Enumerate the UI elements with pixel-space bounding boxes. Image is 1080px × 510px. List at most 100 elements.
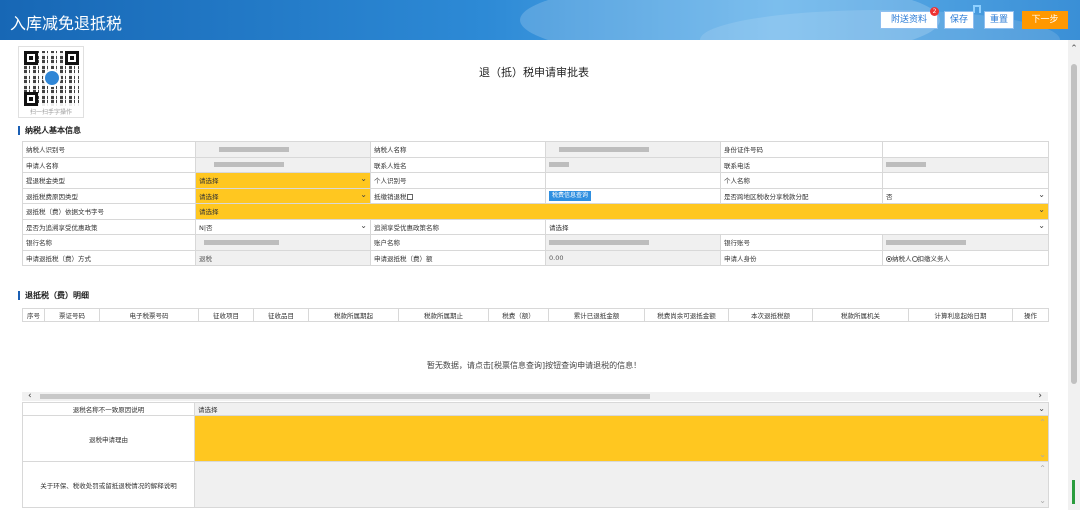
tax-info-query-button[interactable]: 税费信息查询	[549, 190, 592, 201]
scroll-left-icon[interactable]: ‹	[28, 391, 32, 401]
bank-account-field	[882, 234, 1049, 251]
refund-method-field: 退税	[195, 249, 371, 266]
field-label: 是否跨地区税收分享税款分配	[720, 187, 883, 204]
refund-reason-textarea[interactable]: ⌃ ⌄	[194, 415, 1049, 462]
personal-name-field[interactable]	[882, 172, 1049, 189]
explanation-textarea[interactable]: ⌃ ⌄	[194, 461, 1049, 508]
scroll-up-icon[interactable]: ⌃	[1039, 418, 1046, 427]
field-label: 是否为追溯享受优惠政策	[22, 218, 196, 235]
taxpayer-radio[interactable]	[886, 255, 892, 262]
scrollbar-thumb[interactable]	[1071, 64, 1077, 384]
column-header: 操作	[1012, 308, 1049, 322]
field-label: 银行账号	[720, 234, 883, 251]
field-label: 提退税金类型	[22, 172, 196, 189]
qr-finder-icon	[24, 92, 38, 106]
scroll-up-icon[interactable]: ⌃	[1068, 44, 1080, 54]
field-label: 纳税人识别号	[22, 141, 196, 158]
table-row: 纳税人识别号 纳税人名称 身份证件号码	[22, 141, 1049, 158]
field-label: 关于环保、税收处罚或留抵退税情况的解释说明	[22, 461, 195, 508]
column-header: 税费（额）	[488, 308, 549, 322]
refund-detail-table: 序号 票证号码 电子税票号码 征收项目 征收品目 税款所属期起 税款所属期止 税…	[22, 308, 1049, 322]
qr-code[interactable]: 扫一扫手字操作	[18, 46, 84, 118]
column-header: 累计已退抵金额	[548, 308, 645, 322]
attachment-count-badge: 2	[930, 7, 939, 16]
column-header: 票证号码	[44, 308, 100, 322]
basic-info-table: 纳税人识别号 纳税人名称 身份证件号码 申请人名称 联系人姓名 联系电话 提退税…	[22, 141, 1049, 266]
section-title-basic-info: 纳税人基本信息	[18, 126, 81, 135]
name-mismatch-reason-select[interactable]: 请选择	[194, 402, 1049, 416]
field-label: 申请退抵税（费）方式	[22, 249, 196, 266]
column-header: 计算利息起始日期	[908, 308, 1013, 322]
next-step-button[interactable]: 下一步	[1022, 11, 1068, 29]
field-label: 纳税人名称	[370, 141, 546, 158]
offset-refund-cell: 抵缴销退税	[370, 187, 546, 204]
field-label: 联系人姓名	[370, 156, 546, 173]
field-label: 银行名称	[22, 234, 196, 251]
field-label: 联系电话	[720, 156, 883, 173]
qr-finder-icon	[65, 51, 79, 65]
scroll-right-icon[interactable]: ›	[1038, 391, 1042, 401]
refund-document-select[interactable]: 请选择	[195, 203, 1049, 220]
id-number-field[interactable]	[882, 141, 1049, 158]
scroll-down-icon[interactable]: ⌄	[1039, 450, 1046, 459]
radio-label: 扣缴义务人	[917, 254, 951, 263]
column-header: 征收项目	[198, 308, 254, 322]
applicant-name-field	[195, 156, 371, 173]
table-header-row: 序号 票证号码 电子税票号码 征收项目 征收品目 税款所属期起 税款所属期止 税…	[22, 308, 1049, 322]
field-label: 退税名称不一致原因说明	[22, 402, 195, 416]
reset-button[interactable]: 重置	[984, 11, 1014, 29]
app-header: 入库减免退抵税 附送资料 2 保存 重置 下一步	[0, 0, 1080, 40]
explanation-table: 退税名称不一致原因说明 请选择 退税申请理由 ⌃⌄ 关于环保、税收处罚或留抵退税…	[22, 402, 1049, 508]
taxpayer-id-field	[195, 141, 371, 158]
app-title: 入库减免退抵税	[10, 14, 123, 33]
refund-amount-field[interactable]: 0.00	[545, 249, 721, 266]
policy-name-select[interactable]: 请选择	[545, 218, 1049, 235]
column-header: 税款所属机关	[812, 308, 909, 322]
scrollbar-thumb[interactable]	[40, 394, 650, 399]
save-button[interactable]: 保存	[944, 11, 974, 29]
column-header: 序号	[22, 308, 45, 322]
scroll-indicator	[1072, 480, 1075, 504]
scroll-up-icon[interactable]: ⌃	[1039, 464, 1046, 473]
send-attachments-button[interactable]: 附送资料	[880, 11, 938, 29]
qr-finder-icon	[24, 51, 38, 65]
qr-caption: 扫一扫手字操作	[29, 109, 72, 116]
vertical-scrollbar[interactable]: ⌃	[1068, 40, 1080, 510]
table-row: 申请人名称 联系人姓名 联系电话	[22, 156, 1049, 173]
account-name-field	[545, 234, 721, 251]
applicant-identity-radios: 纳税人 扣缴义务人	[882, 249, 1049, 266]
table-row: 退税名称不一致原因说明 请选择	[22, 402, 1049, 416]
table-row: 退税申请理由 ⌃ ⌄	[22, 415, 1049, 462]
offset-refund-checkbox[interactable]	[406, 193, 413, 200]
section-title-refund-detail: 退抵税（费）明细	[18, 291, 89, 300]
table-row: 提退税金类型 请选择 个人识别号 个人名称	[22, 172, 1049, 189]
cross-region-select[interactable]: 否	[882, 187, 1049, 204]
table-row: 退抵税费原因类型 请选择 抵缴销退税 税费信息查询 是否跨地区税收分享税款分配 …	[22, 187, 1049, 204]
field-label: 身份证件号码	[720, 141, 883, 158]
form-area: 扫一扫手字操作 退（抵）税申请审批表 纳税人基本信息 纳税人识别号 纳税人名称 …	[0, 40, 1068, 510]
personal-id-field[interactable]	[545, 172, 721, 189]
taxpayer-name-field	[545, 141, 721, 158]
contact-name-field[interactable]	[545, 156, 721, 173]
table-row: 申请退抵税（费）方式 退税 申请退抵税（费）额 0.00 申请人身份 纳税人 扣缴…	[22, 249, 1049, 266]
column-header: 税费尚余可退抵金额	[644, 308, 729, 322]
table-row: 银行名称 账户名称 银行账号	[22, 234, 1049, 251]
query-cell: 税费信息查询	[545, 187, 721, 204]
horizontal-scrollbar[interactable]: ‹ ›	[22, 391, 1048, 401]
column-header: 税款所属期起	[308, 308, 399, 322]
field-label: 退税申请理由	[22, 415, 195, 462]
scroll-down-icon[interactable]: ⌄	[1039, 496, 1046, 505]
column-header: 电子税票号码	[99, 308, 199, 322]
table-row: 退抵税（费）依据文书字号 请选择	[22, 203, 1049, 220]
field-label: 账户名称	[370, 234, 546, 251]
refund-reason-select[interactable]: 请选择	[195, 187, 371, 204]
field-label: 申请人身份	[720, 249, 883, 266]
field-label: 个人名称	[720, 172, 883, 189]
field-label: 抵缴销退税	[374, 192, 407, 201]
column-header: 税款所属期止	[398, 308, 489, 322]
refund-type-select[interactable]: 请选择	[195, 172, 371, 189]
radio-label: 纳税人	[892, 254, 912, 263]
contact-phone-field[interactable]	[882, 156, 1049, 173]
retroactive-policy-select[interactable]: N|否	[195, 218, 371, 235]
withholding-agent-radio[interactable]	[911, 255, 918, 262]
